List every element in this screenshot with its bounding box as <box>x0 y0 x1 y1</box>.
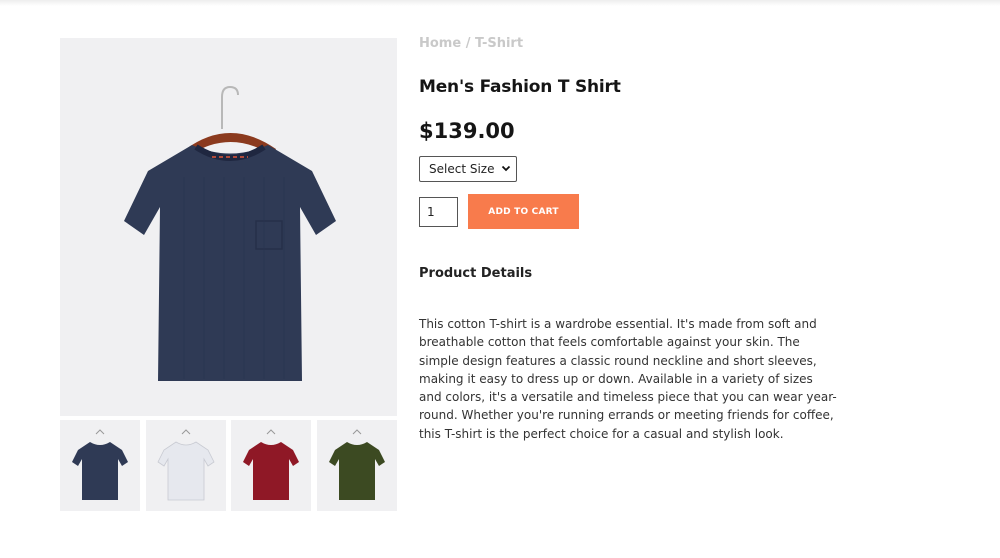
tshirt-thumb-olive <box>328 428 385 500</box>
thumbnail-olive[interactable] <box>316 420 397 511</box>
breadcrumb: Home / T-Shirt <box>419 36 839 54</box>
product-details-heading: Product Details <box>419 266 533 281</box>
thumbnail-navy[interactable] <box>60 420 140 511</box>
top-bar <box>0 0 1000 6</box>
thumbnail-white[interactable] <box>145 420 226 511</box>
size-select[interactable]: Select Size <box>419 156 517 182</box>
quantity-input[interactable] <box>419 196 458 227</box>
thumbnail-strip <box>60 420 397 511</box>
tshirt-thumb-red <box>243 428 300 500</box>
product-price: $139.00 <box>419 119 515 143</box>
tshirt-thumb-navy <box>72 428 128 500</box>
tshirt-image <box>123 85 336 381</box>
breadcrumb-current[interactable]: T-Shirt <box>475 36 523 51</box>
product-gallery <box>60 38 397 511</box>
breadcrumb-home[interactable]: Home <box>419 36 461 51</box>
product-title: Men's Fashion T Shirt <box>419 77 621 97</box>
thumbnail-red[interactable] <box>231 420 312 511</box>
cart-row: ADD TO CART <box>419 194 839 229</box>
size-select-value: Select Size <box>429 162 495 176</box>
main-product-image[interactable] <box>60 38 397 416</box>
tshirt-thumb-white <box>157 428 215 500</box>
product-info: Home / T-Shirt Men's Fashion T Shirt $13… <box>419 36 839 443</box>
add-to-cart-button[interactable]: ADD TO CART <box>468 194 579 229</box>
product-description: This cotton T-shirt is a wardrobe essent… <box>419 317 837 441</box>
breadcrumb-separator: / <box>465 36 471 51</box>
chevron-down-icon <box>501 165 511 172</box>
